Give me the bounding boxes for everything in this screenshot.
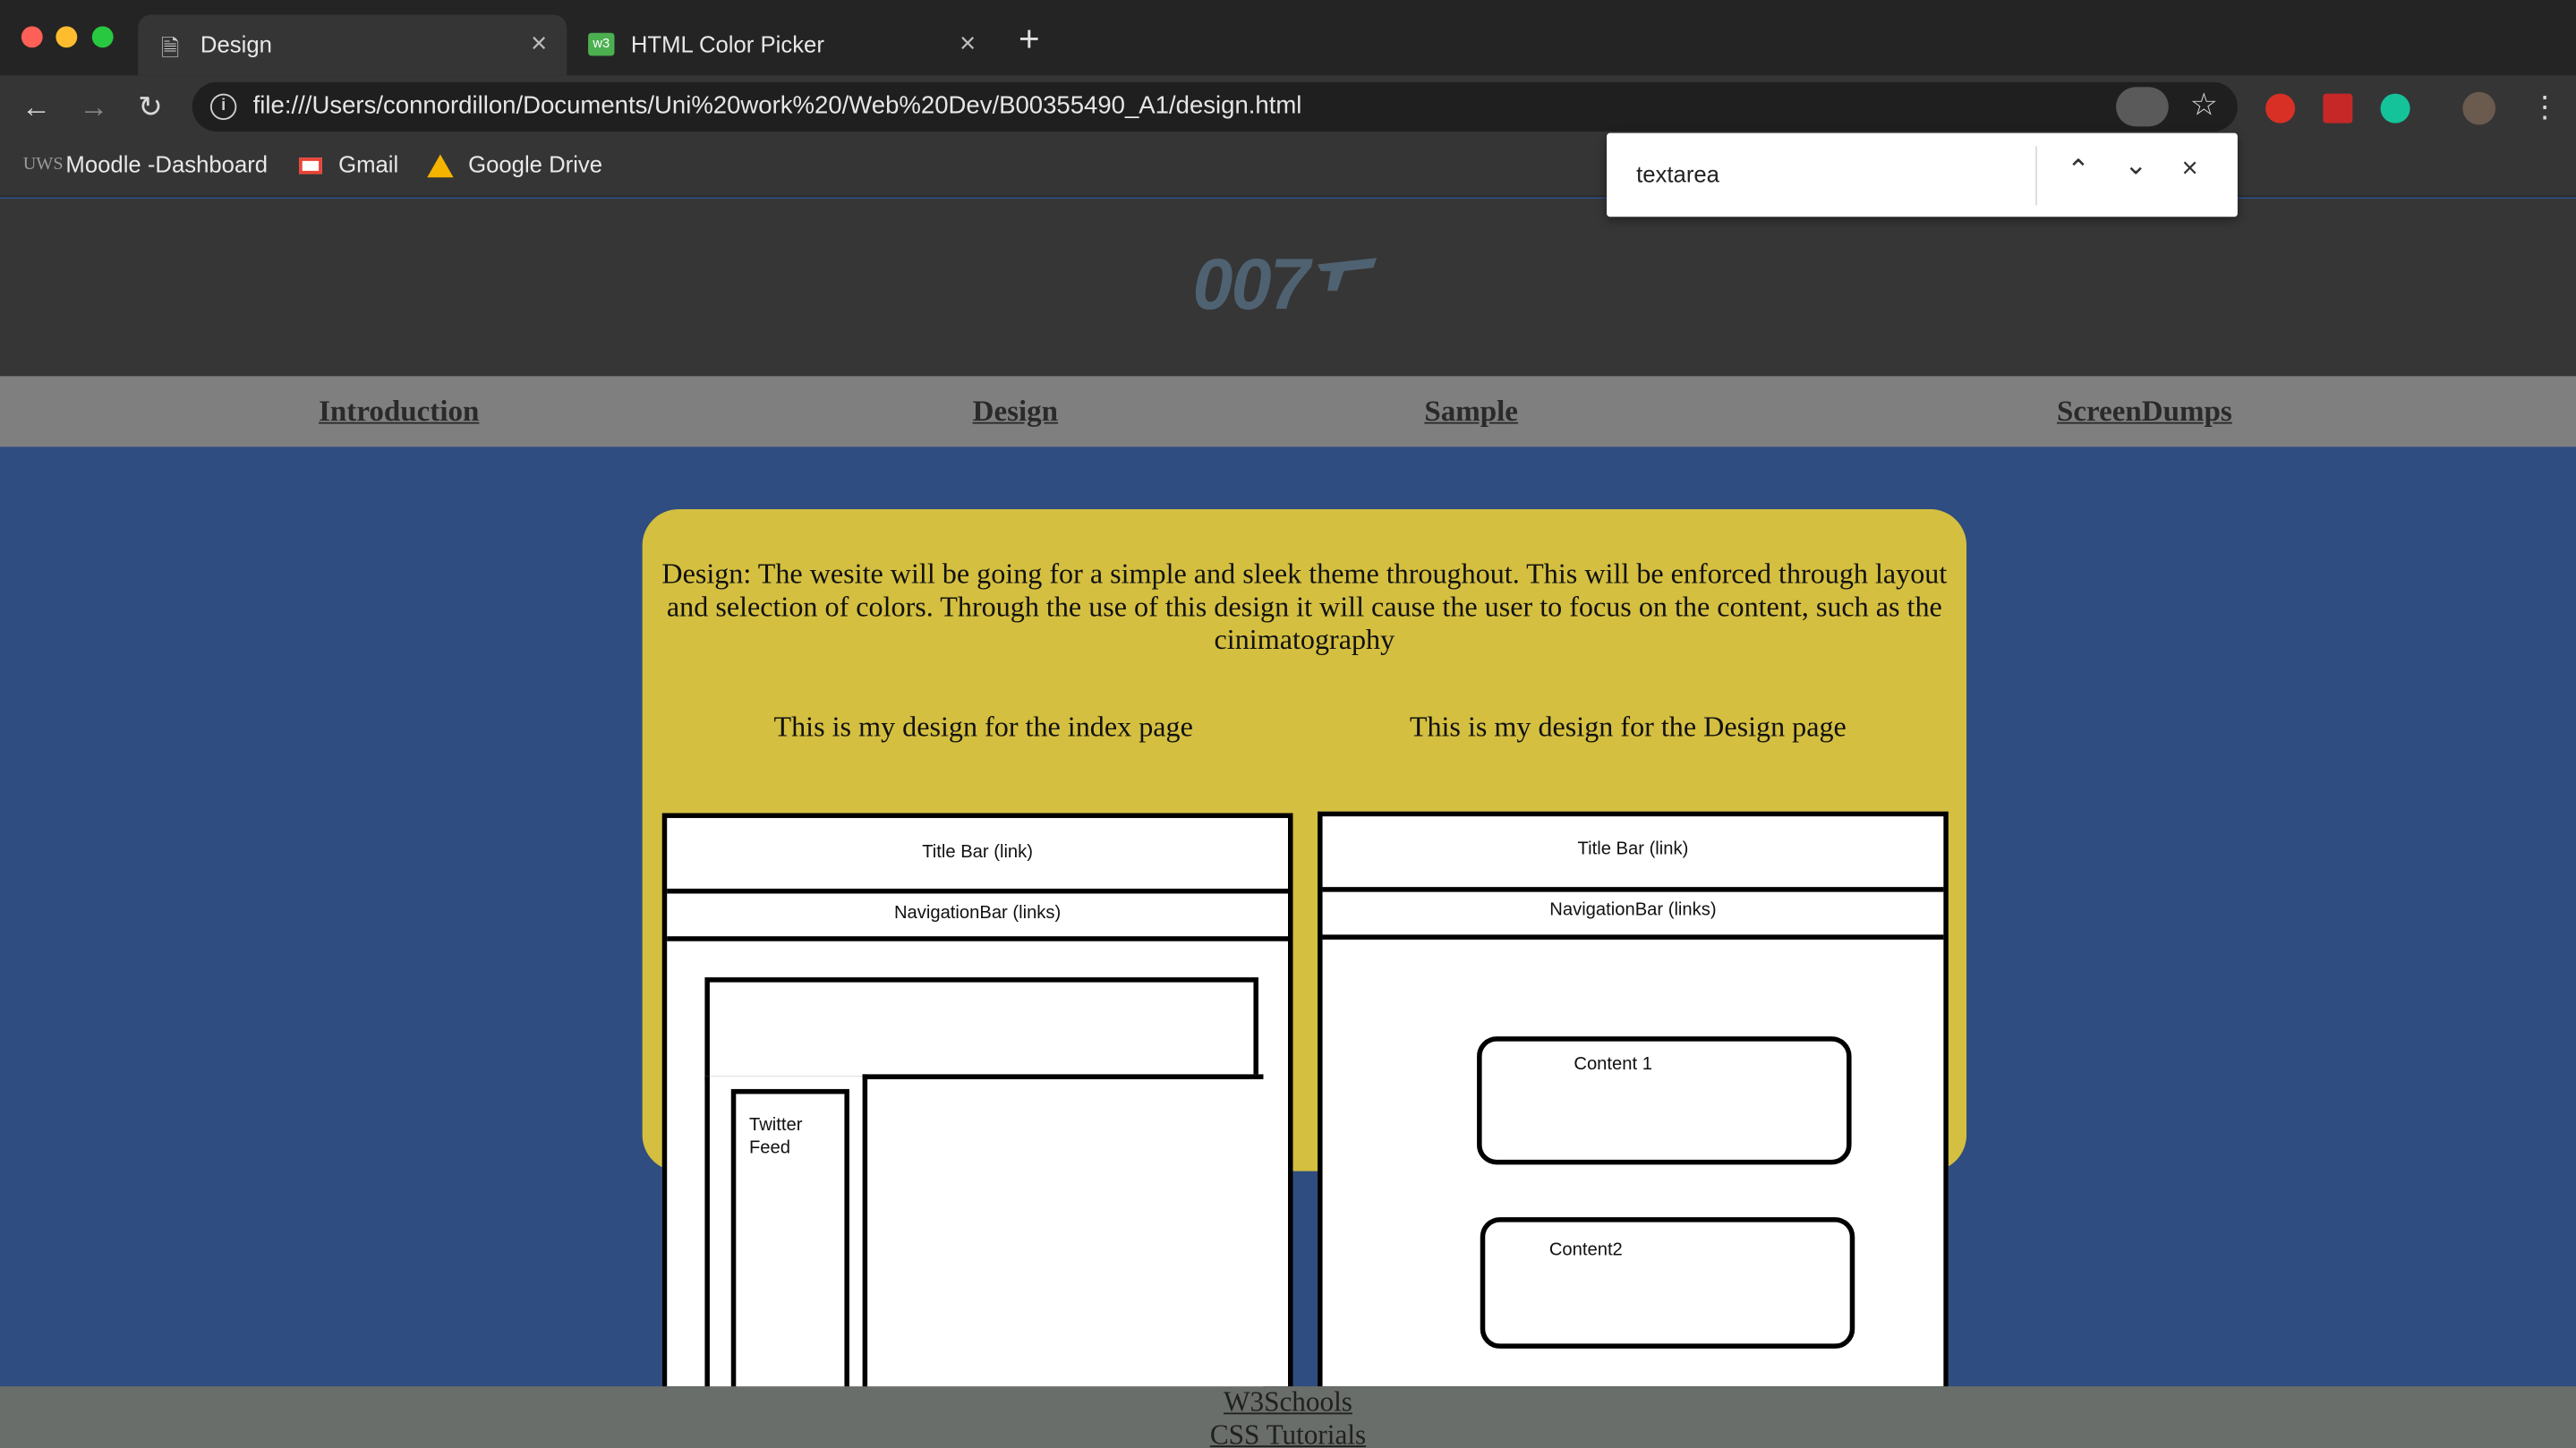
bookmark-gmail[interactable]: Gmail	[338, 151, 398, 177]
page-icon: 🗎	[160, 34, 180, 61]
wireframe-index-image: Title Bar (link) NavigationBar (links) T…	[661, 813, 1293, 1418]
wireframe-banner-box	[704, 977, 1258, 1081]
bookmark-google-drive[interactable]: Google Drive	[468, 151, 602, 177]
address-bar[interactable]: i file:///Users/connordillon/Documents/U…	[192, 81, 2238, 132]
wireframe-design-image: Title Bar (link) NavigationBar (links) C…	[1318, 811, 1949, 1392]
w3-favicon-icon: w3	[588, 32, 615, 56]
forward-icon[interactable]: →	[79, 90, 108, 125]
tab-strip: 🗎 Design × w3 HTML Color Picker × +	[0, 0, 2576, 76]
nav-link-sample[interactable]: Sample	[1424, 395, 1518, 430]
maximize-window-button[interactable]	[91, 26, 114, 48]
extension-adblock-icon[interactable]	[2265, 93, 2296, 124]
profile-avatar[interactable]	[2462, 91, 2496, 125]
wireframe-content-2: Content2	[1480, 1217, 1855, 1349]
find-separator	[2035, 146, 2037, 206]
wireframe-content-2-label: Content2	[1548, 1239, 1623, 1260]
nav-link-screendumps[interactable]: ScreenDumps	[2057, 395, 2232, 430]
logo-gun-icon	[1318, 258, 1378, 291]
find-close-icon[interactable]: ×	[2181, 153, 2197, 186]
wireframe-nav-bar: NavigationBar (links)	[1322, 892, 1944, 940]
site-nav: Introduction Design Sample ScreenDumps	[0, 376, 2576, 447]
wireframe-title-bar: Title Bar (link)	[1322, 816, 1944, 892]
minimize-window-button[interactable]	[55, 26, 78, 48]
design-intro-text: Design: The wesite will be going for a s…	[661, 557, 1948, 656]
extension-lastpass-icon[interactable]	[2323, 93, 2353, 124]
site-logo[interactable]: 007	[1193, 244, 1310, 327]
toolbar: ← → ↻ i file:///Users/connordillon/Docum…	[0, 75, 2576, 139]
wireframe-nav-bar: NavigationBar (links)	[667, 893, 1288, 941]
find-in-page-icon[interactable]	[2116, 87, 2169, 127]
find-next-icon[interactable]: ⌄	[2124, 149, 2147, 183]
site-header: 007	[0, 199, 2576, 377]
tab-design[interactable]: 🗎 Design ×	[138, 14, 567, 76]
wireframe-title-bar: Title Bar (link)	[667, 818, 1288, 894]
close-tab-icon[interactable]: ×	[960, 28, 976, 61]
footer-link-w3schools[interactable]: W3Schools	[0, 1386, 2576, 1419]
find-bar: textarea ⌃ ⌄ ×	[1607, 132, 2238, 217]
wireframe-content-1-label: Content 1	[1574, 1054, 1652, 1075]
close-window-button[interactable]	[21, 26, 43, 48]
close-tab-icon[interactable]: ×	[531, 28, 547, 61]
wireframe-twitter-box: Twitter Feed	[730, 1088, 849, 1418]
bookmark-moodle[interactable]: Moodle -Dashboard	[65, 151, 268, 177]
url-text: file:///Users/connordillon/Documents/Uni…	[252, 91, 1302, 120]
tab-title: HTML Color Picker	[630, 30, 824, 58]
find-input[interactable]: textarea	[1636, 161, 1719, 187]
new-tab-button[interactable]: +	[1019, 21, 1040, 57]
wireframe-main-box	[862, 1074, 1264, 1403]
tab-html-color-picker[interactable]: w3 HTML Color Picker ×	[568, 15, 995, 76]
nav-link-introduction[interactable]: Introduction	[319, 395, 479, 430]
moodle-favicon-icon: UWS	[22, 154, 64, 175]
browser-window: 🗎 Design × w3 HTML Color Picker × + ← → …	[0, 0, 2576, 1448]
gmail-icon	[299, 158, 322, 175]
wireframe-content-1: Content 1	[1477, 1036, 1852, 1165]
footer-link-css-tutorials[interactable]: CSS Tutorials	[0, 1419, 2576, 1448]
reload-icon[interactable]: ↻	[138, 90, 163, 125]
caption-design-page: This is my design for the Design page	[1409, 709, 1847, 743]
nav-link-design[interactable]: Design	[973, 395, 1058, 430]
caption-index-design: This is my design for the index page	[773, 709, 1193, 743]
star-icon[interactable]: ☆	[2190, 87, 2218, 124]
wireframe-twitter-label: Twitter Feed	[748, 1115, 803, 1158]
back-icon[interactable]: ←	[21, 90, 51, 125]
info-icon[interactable]: i	[209, 93, 237, 120]
find-previous-icon[interactable]: ⌃	[2067, 155, 2090, 188]
google-drive-icon	[427, 154, 454, 178]
tab-title: Design	[200, 30, 272, 58]
menu-kebab-icon[interactable]: ⋮	[2530, 90, 2560, 125]
extension-grammarly-icon[interactable]	[2380, 93, 2410, 124]
site-footer: W3Schools CSS Tutorials	[0, 1386, 2576, 1448]
